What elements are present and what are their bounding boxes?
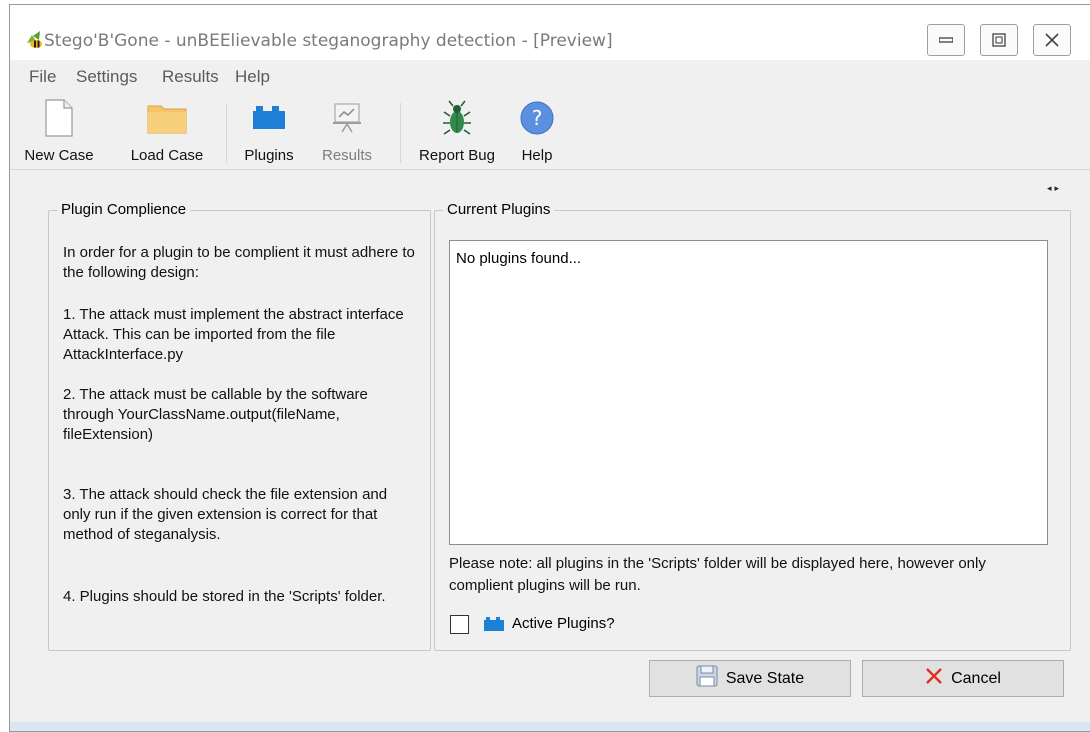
restore-button[interactable] [980, 24, 1018, 56]
compliance-rule: 2. The attack must be callable by the so… [63, 386, 368, 443]
report-bug-label: Report Bug [419, 147, 495, 164]
compliance-rule: 3. The attack should check the file exte… [63, 486, 388, 543]
window-bottom-edge [10, 722, 1090, 731]
lego-brick-icon [484, 617, 504, 636]
plugins-label: Plugins [244, 147, 294, 164]
save-state-label: Save State [725, 669, 805, 687]
new-document-icon [39, 98, 79, 138]
main-window: Stego'B'Gone - unBEElievable steganograp… [9, 4, 1090, 732]
toolbar-separator [400, 103, 401, 163]
plugin-list-empty-text: No plugins found... [456, 250, 582, 267]
current-plugins-title: Current Plugins [443, 201, 555, 218]
window-title: Stego'B'Gone - unBEElievable steganograp… [44, 31, 613, 51]
plugins-button[interactable]: Plugins [235, 98, 303, 166]
load-case-label: Load Case [130, 147, 204, 164]
new-case-label: New Case [24, 147, 94, 164]
cancel-x-icon [925, 667, 943, 690]
menu-file[interactable]: File [29, 67, 56, 87]
report-bug-button[interactable]: Report Bug [407, 98, 507, 166]
active-plugins-label[interactable]: Active Plugins? [512, 615, 615, 632]
load-case-button[interactable]: Load Case [121, 98, 213, 166]
toolbar-separator [226, 103, 227, 163]
floppy-disk-icon [696, 665, 718, 692]
cancel-button[interactable]: Cancel [862, 660, 1064, 697]
compliance-intro: In order for a plugin to be complient it… [63, 244, 415, 281]
help-label: Help [521, 147, 553, 164]
new-case-button[interactable]: New Case [19, 98, 99, 166]
menu-help[interactable]: Help [235, 67, 270, 87]
menu-bar: File Settings Results Help [10, 60, 1090, 92]
results-button[interactable]: Results [310, 98, 384, 166]
bug-icon [437, 98, 477, 138]
title-bar: Stego'B'Gone - unBEElievable steganograp… [10, 5, 1090, 60]
minimize-button[interactable] [927, 24, 965, 56]
compliance-rule: 1. The attack must implement the abstrac… [63, 306, 404, 363]
plugin-compliance-title: Plugin Complience [57, 201, 191, 218]
plugin-compliance-group: Plugin Complience In order for a plugin … [48, 201, 431, 651]
folder-icon [147, 98, 187, 138]
restore-icon [992, 33, 1006, 47]
plugins-note: Please note: all plugins in the 'Scripts… [449, 555, 986, 594]
chart-board-icon [327, 98, 367, 138]
save-state-button[interactable]: Save State [649, 660, 851, 697]
compliance-rule: 4. Plugins should be stored in the 'Scri… [63, 588, 386, 605]
minimize-icon [939, 37, 953, 43]
lego-brick-icon [249, 98, 289, 138]
plugin-list[interactable]: No plugins found... [449, 240, 1048, 545]
menu-settings[interactable]: Settings [76, 67, 137, 87]
current-plugins-group: Current Plugins No plugins found... Plea… [434, 201, 1071, 651]
dock-arrows-icon[interactable]: ◂▸ [1047, 183, 1062, 194]
results-label: Results [321, 147, 373, 164]
question-mark-icon: ? [517, 98, 557, 138]
menu-results[interactable]: Results [162, 67, 219, 87]
cancel-label: Cancel [951, 669, 1001, 687]
svg-text:?: ? [532, 106, 543, 130]
close-button[interactable] [1033, 24, 1071, 56]
bee-icon [24, 29, 46, 51]
close-icon [1045, 33, 1059, 47]
help-button[interactable]: ? Help [513, 98, 561, 166]
toolbar: New Case Load Case Plugins Results Repor… [10, 93, 1090, 170]
active-plugins-checkbox[interactable] [450, 615, 469, 634]
